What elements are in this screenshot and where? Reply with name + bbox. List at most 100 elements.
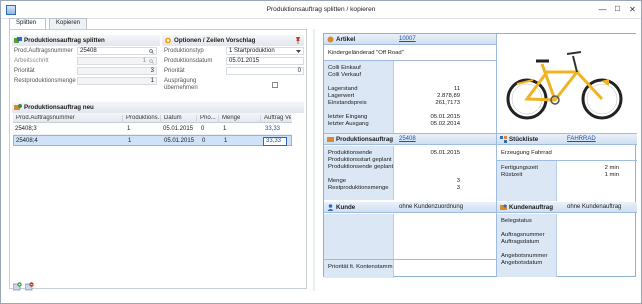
column-header[interactable]: Produktions...	[125, 115, 161, 123]
detail-value: 3	[456, 178, 460, 184]
detail-label: Belegstatus	[501, 218, 532, 224]
split-group-title: Produktionsauftrag splitten	[24, 37, 105, 44]
field-row: Arbeitsschritt 1	[14, 57, 160, 66]
detail-label: Angebotsdatum	[501, 260, 543, 266]
detail-value: 261,7173	[435, 100, 460, 106]
auftragsnummer-value: 25408	[80, 48, 97, 54]
column-header[interactable]: Datum	[163, 115, 197, 123]
divider	[324, 259, 496, 260]
kunde-value: ohne Kundenzuordnung	[399, 204, 464, 210]
detail-label: Lagerstand	[328, 86, 358, 92]
prioritaet-input[interactable]: 0	[226, 67, 304, 75]
field-row: Priorität 3	[14, 67, 160, 76]
produktionstyp-select[interactable]: 1 Startproduktion	[226, 47, 304, 55]
cell-prio: 0	[202, 138, 206, 144]
field-label: Arbeitsschritt	[14, 58, 49, 64]
verh-edit-input[interactable]: 33,33	[263, 137, 287, 146]
detail-label: Colli Einkauf	[328, 65, 361, 71]
window-title: Produktionsauftrag splitten / kopieren	[266, 6, 376, 13]
cell-verh[interactable]: 33,33	[265, 126, 280, 132]
field-label: Ausprägung	[164, 78, 197, 84]
detail-value: 11	[453, 86, 460, 92]
title-bar: Produktionsauftrag splitten / kopieren —…	[1, 1, 641, 19]
detail-label: Einstandspreis	[328, 100, 367, 106]
new-group-header: Produktionsauftrag neu	[12, 102, 304, 113]
table-row[interactable]: 25408;3 1 05.01.2015 0 1 33,33	[13, 124, 292, 135]
artikel-icon	[327, 36, 334, 43]
split-group-header: Produktionsauftrag splitten	[12, 35, 160, 46]
new-group-title: Produktionsauftrag neu	[24, 104, 94, 111]
detail-label: Produktionsende geplant	[328, 164, 394, 170]
column-header[interactable]: Prod.Auftragsnummer	[15, 115, 123, 123]
detail-label: Rüstzeit	[501, 172, 523, 178]
detail-label: Restproduktionsmenge	[328, 185, 389, 191]
prioritaet-field: 3	[77, 67, 157, 75]
delete-row-icon[interactable]	[25, 282, 34, 291]
field-row: Produktionsdatum 05.01.2015	[164, 57, 304, 66]
cell-nr: 25408;4	[16, 138, 38, 144]
cell-datum: 05.01.2015	[164, 138, 195, 144]
production-icon	[327, 137, 334, 142]
maximize-button[interactable]: ☐	[612, 4, 623, 15]
field-label: Priorität	[164, 68, 185, 74]
stueckliste-header: Stückliste FAHRRAD	[497, 134, 637, 145]
detail-value: 2 min	[604, 165, 619, 171]
column-header[interactable]: Prio...	[199, 115, 219, 123]
minimize-button[interactable]: —	[597, 4, 608, 15]
field-label: übernehmen	[164, 85, 198, 91]
field-row: Prod.Auftragsnummer 25408	[14, 47, 160, 56]
kundenauftrag-label: Kundenauftrag	[509, 204, 553, 211]
restmenge-field: 1	[77, 77, 157, 85]
detail-label: Auftragsnummer	[501, 232, 545, 238]
detail-label: Colli Verkauf	[328, 72, 362, 78]
arbeitsschritt-field: 1	[77, 57, 157, 65]
pin-icon[interactable]	[295, 37, 301, 44]
product-image	[497, 34, 636, 133]
close-button[interactable]: ✕	[627, 4, 638, 15]
detail-value: 2.878,89	[437, 93, 460, 99]
detail-value: 3	[456, 185, 460, 191]
detail-label: letzter Ausgang	[328, 121, 369, 127]
tab-kopieren[interactable]: Kopieren	[49, 18, 87, 29]
cell-prod: 1	[128, 138, 132, 144]
kunde-label: Kunde	[336, 204, 356, 211]
field-row: Priorität 0	[164, 67, 304, 76]
field-label: Produktionstyp	[164, 48, 204, 54]
pane-splitter[interactable]	[311, 29, 317, 291]
produktionsauftrag-details: Produktionsende Produktionsstart geplant…	[324, 146, 496, 200]
detail-label: Lagerwert	[328, 93, 355, 99]
split-pane: Produktionsauftrag splitten Prod.Auftrag…	[9, 29, 307, 289]
arbeitsschritt-value: 1	[142, 58, 146, 64]
field-label: Produktionsdatum	[164, 58, 213, 64]
cell-datum: 05.01.2015	[163, 126, 194, 132]
detail-label: Produktionsende	[328, 150, 373, 156]
search-icon	[149, 59, 154, 64]
artikel-name: Kindergeländerad "Off Road"	[328, 50, 404, 56]
auftragsnummer-input[interactable]: 25408	[77, 47, 157, 55]
field-row: Produktionstyp 1 Startproduktion	[164, 47, 304, 56]
kundenauftrag-value: ohne Kundenauftrag	[567, 204, 622, 210]
produktionsauftrag-link[interactable]: 25408	[399, 136, 416, 142]
stueckliste-details: Fertigungszeit Rüstzeit 2 min 1 min	[497, 161, 637, 201]
artikel-label: Artikel	[336, 36, 356, 43]
stueckliste-label: Stückliste	[509, 136, 539, 143]
field-label: Priorität	[14, 68, 35, 74]
field-row: Ausprägung übernehmen	[164, 78, 304, 92]
detail-label: letzter Eingang	[328, 114, 368, 120]
kunde-footer: Priorität lt. Kontenstamm	[328, 264, 393, 270]
add-row-icon[interactable]	[13, 282, 22, 291]
produktionstyp-value: 1 Startproduktion	[229, 48, 275, 54]
detail-label: Angebotsnummer	[501, 253, 548, 259]
table-row-selected[interactable]: 25408;4 1 05.01.2015 0 1 33,33	[13, 135, 292, 146]
produktionsdatum-input[interactable]: 05.01.2015	[226, 57, 304, 65]
cell-prio: 0	[201, 126, 205, 132]
search-icon[interactable]	[149, 49, 154, 54]
artikel-number-link[interactable]: 10007	[399, 36, 416, 42]
stueckliste-link[interactable]: FAHRRAD	[567, 136, 596, 142]
field-label: Prod.Auftragsnummer	[14, 48, 73, 54]
auspraegung-checkbox[interactable]	[272, 82, 278, 88]
column-header[interactable]: Menge	[221, 115, 261, 123]
column-header[interactable]: Auftrag Verha...	[263, 115, 291, 123]
customer-order-icon	[500, 204, 507, 210]
detail-value: 05.02.2014	[430, 121, 460, 127]
